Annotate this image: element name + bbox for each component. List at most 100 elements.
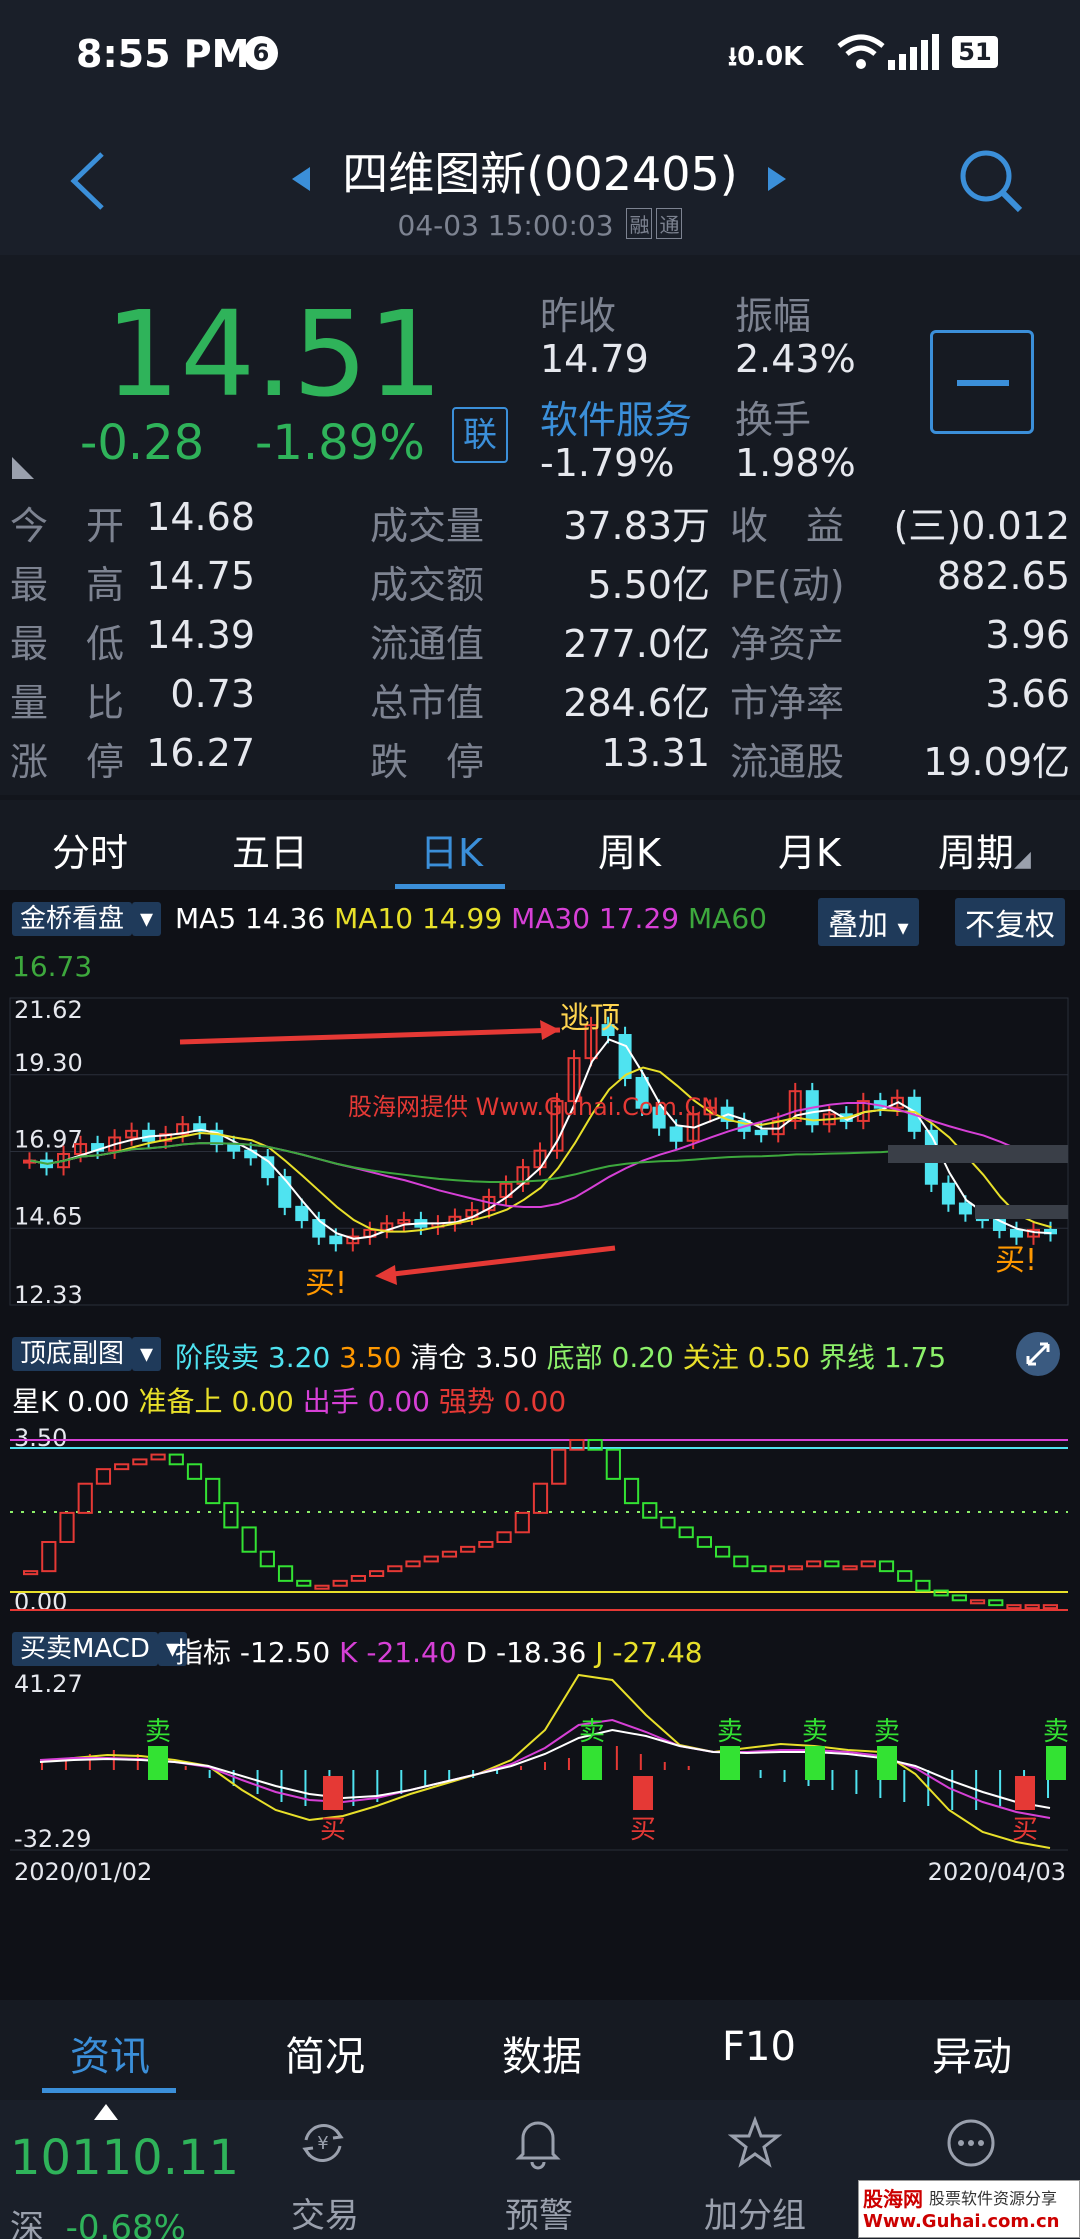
ma5-line <box>30 1038 1052 1240</box>
quote-cell: 成交量 <box>370 504 485 548</box>
sub2-y-top: 41.27 <box>14 1670 83 1698</box>
sub1-bar <box>296 1579 312 1587</box>
search-icon[interactable] <box>958 148 1024 214</box>
price-band <box>888 1145 1068 1163</box>
quote-cell: 19.09亿 <box>923 740 1070 784</box>
prev-close-label: 昨收 <box>540 294 617 338</box>
sub1-bar <box>1006 1604 1022 1610</box>
arrow-2-head <box>375 1265 397 1285</box>
sub1-bar <box>951 1594 967 1602</box>
sub1-indicator-selector[interactable]: 顶底副图 ▾ <box>12 1333 162 1371</box>
sub2-legend: 指标 -12.50 K -21.40 D -18.36 J -27.48 <box>175 1636 703 1669</box>
sub1-bar <box>623 1477 640 1505</box>
sub1-bar <box>878 1560 895 1573</box>
adjust-button[interactable]: 不复权 <box>955 898 1065 946</box>
linked-button[interactable]: 联 <box>452 407 508 463</box>
remove-watchlist-button[interactable] <box>930 330 1034 434</box>
date-start: 2020/01/02 <box>14 1858 152 1886</box>
add-group-label[interactable]: 加分组 <box>690 2188 820 2237</box>
y-tick-label: 21.62 <box>14 996 83 1024</box>
buy-label: 买 <box>320 1815 346 1845</box>
sub1-bar <box>168 1453 184 1466</box>
status-time: 8:55 PM <box>76 32 250 76</box>
candle <box>669 1126 683 1142</box>
quote-panel: 14.51 -0.28 -1.89% 联 昨收 14.79 软件服务 -1.79… <box>0 255 1080 795</box>
sub1-bar <box>988 1599 1004 1607</box>
overlay-button[interactable]: 叠加 ▾ <box>818 898 919 946</box>
price-band-2 <box>975 1205 1068 1219</box>
arrow-1 <box>179 1027 561 1045</box>
annotation-buy-2: 买! <box>995 1243 1037 1278</box>
trade-label[interactable]: 交易 <box>270 2188 380 2237</box>
more-icon[interactable] <box>944 2116 998 2170</box>
sell-label: 卖 <box>717 1717 743 1747</box>
stock-header: 四维图新(002405) 04-03 15:00:03 融通 <box>0 110 1080 255</box>
sector-link[interactable]: 软件服务 <box>540 389 692 444</box>
sub1-bar <box>23 1570 39 1576</box>
quote-cell: 3.66 <box>985 672 1070 716</box>
annotation-escape-top: 逃顶 <box>560 1001 620 1036</box>
sell-block <box>720 1746 740 1780</box>
sub1-bar <box>969 1599 986 1605</box>
quote-cell: 14.75 <box>146 554 255 598</box>
sub1-bar <box>441 1550 458 1558</box>
tab-movement[interactable]: 异动 <box>932 2024 1012 2082</box>
tab-five-day[interactable]: 五日 <box>232 822 308 877</box>
kline-chart-area: 金桥看盘 ▾ MA5 14.36 MA10 14.99 MA30 17.29 MA… <box>0 890 1080 2000</box>
sub2-indicator-selector[interactable]: 买卖MACD ▾ <box>12 1628 187 1666</box>
tab-period[interactable]: 周期◢ <box>938 822 1031 877</box>
sub1-bar <box>733 1555 749 1568</box>
kline-main-chart[interactable]: 21.62 19.30 16.97 14.65 12.33 逃顶买! 买! 股海网提供 Www… <box>0 990 1080 1320</box>
buy-label: 买 <box>1012 1815 1038 1845</box>
sell-block <box>877 1746 897 1780</box>
tab-profile[interactable]: 简况 <box>285 2024 365 2082</box>
tab-daily-k[interactable]: 日K <box>420 822 483 877</box>
sub1-bar <box>1042 1604 1058 1610</box>
candle <box>941 1182 955 1205</box>
expand-icon[interactable] <box>1014 1330 1062 1378</box>
tab-monthly-k[interactable]: 月K <box>778 822 841 877</box>
sub1-bar <box>150 1453 166 1461</box>
tab-intraday[interactable]: 分时 <box>52 822 128 877</box>
alert-bell-icon[interactable] <box>513 2116 563 2170</box>
quote-cell: 16.27 <box>146 731 255 775</box>
next-stock-icon[interactable] <box>766 165 788 193</box>
indicator-name: 金桥看盘 <box>12 902 133 936</box>
tab-weekly-k[interactable]: 周K <box>598 822 661 877</box>
sub2-macd-chart[interactable]: 41.27 -32.29 2020/01/02 2020/04/03 卖 卖 卖 卖 卖 卖买 买 买 <box>0 1670 1080 1970</box>
tab-f10[interactable]: F10 <box>722 2024 796 2070</box>
sell-label: 卖 <box>874 1717 900 1747</box>
buy-block <box>1015 1776 1035 1810</box>
period-tabs: 分时 五日 日K 周K 月K 周期◢ <box>0 800 1080 890</box>
sub1-bar <box>806 1560 822 1568</box>
trade-icon[interactable]: ¥ <box>298 2118 348 2168</box>
index-line: 深 -0.68% <box>10 2208 186 2239</box>
alert-label[interactable]: 预警 <box>484 2188 594 2237</box>
sub1-bar <box>678 1526 694 1539</box>
sell-label: 卖 <box>802 1717 828 1747</box>
sell-label: 卖 <box>145 1717 171 1747</box>
sub1-bar <box>186 1463 203 1480</box>
last-price: 14.51 <box>105 285 443 423</box>
notification-badge: 6 <box>244 36 278 70</box>
y-tick-label: 12.33 <box>14 1281 83 1309</box>
sub1-bar <box>332 1579 348 1587</box>
sub1-bar <box>532 1482 549 1514</box>
quote-cell: 0.73 <box>170 672 255 716</box>
dropdown-icon: ▾ <box>132 902 162 936</box>
index-value[interactable]: 10110.11 <box>10 2130 239 2186</box>
sub1-bar <box>405 1560 421 1568</box>
tab-data[interactable]: 数据 <box>502 2024 582 2082</box>
sub1-bar <box>95 1468 112 1485</box>
star-icon[interactable] <box>728 2116 782 2170</box>
sell-block <box>582 1746 602 1780</box>
sub1-chart[interactable]: 3.500.00 <box>0 1420 1080 1620</box>
expand-up-icon[interactable] <box>92 2102 120 2122</box>
sub1-legend2: 星K 0.00 准备上 0.00 出手 0.00 强势 0.00 <box>12 1385 567 1418</box>
stock-title: 四维图新(002405) <box>342 147 738 201</box>
sub1-bar <box>387 1565 403 1573</box>
svg-text:¥: ¥ <box>317 2133 328 2154</box>
sub1-bar <box>59 1511 75 1543</box>
tab-news[interactable]: 资讯 <box>70 2024 150 2082</box>
indicator-selector[interactable]: 金桥看盘 ▾ <box>12 898 162 936</box>
